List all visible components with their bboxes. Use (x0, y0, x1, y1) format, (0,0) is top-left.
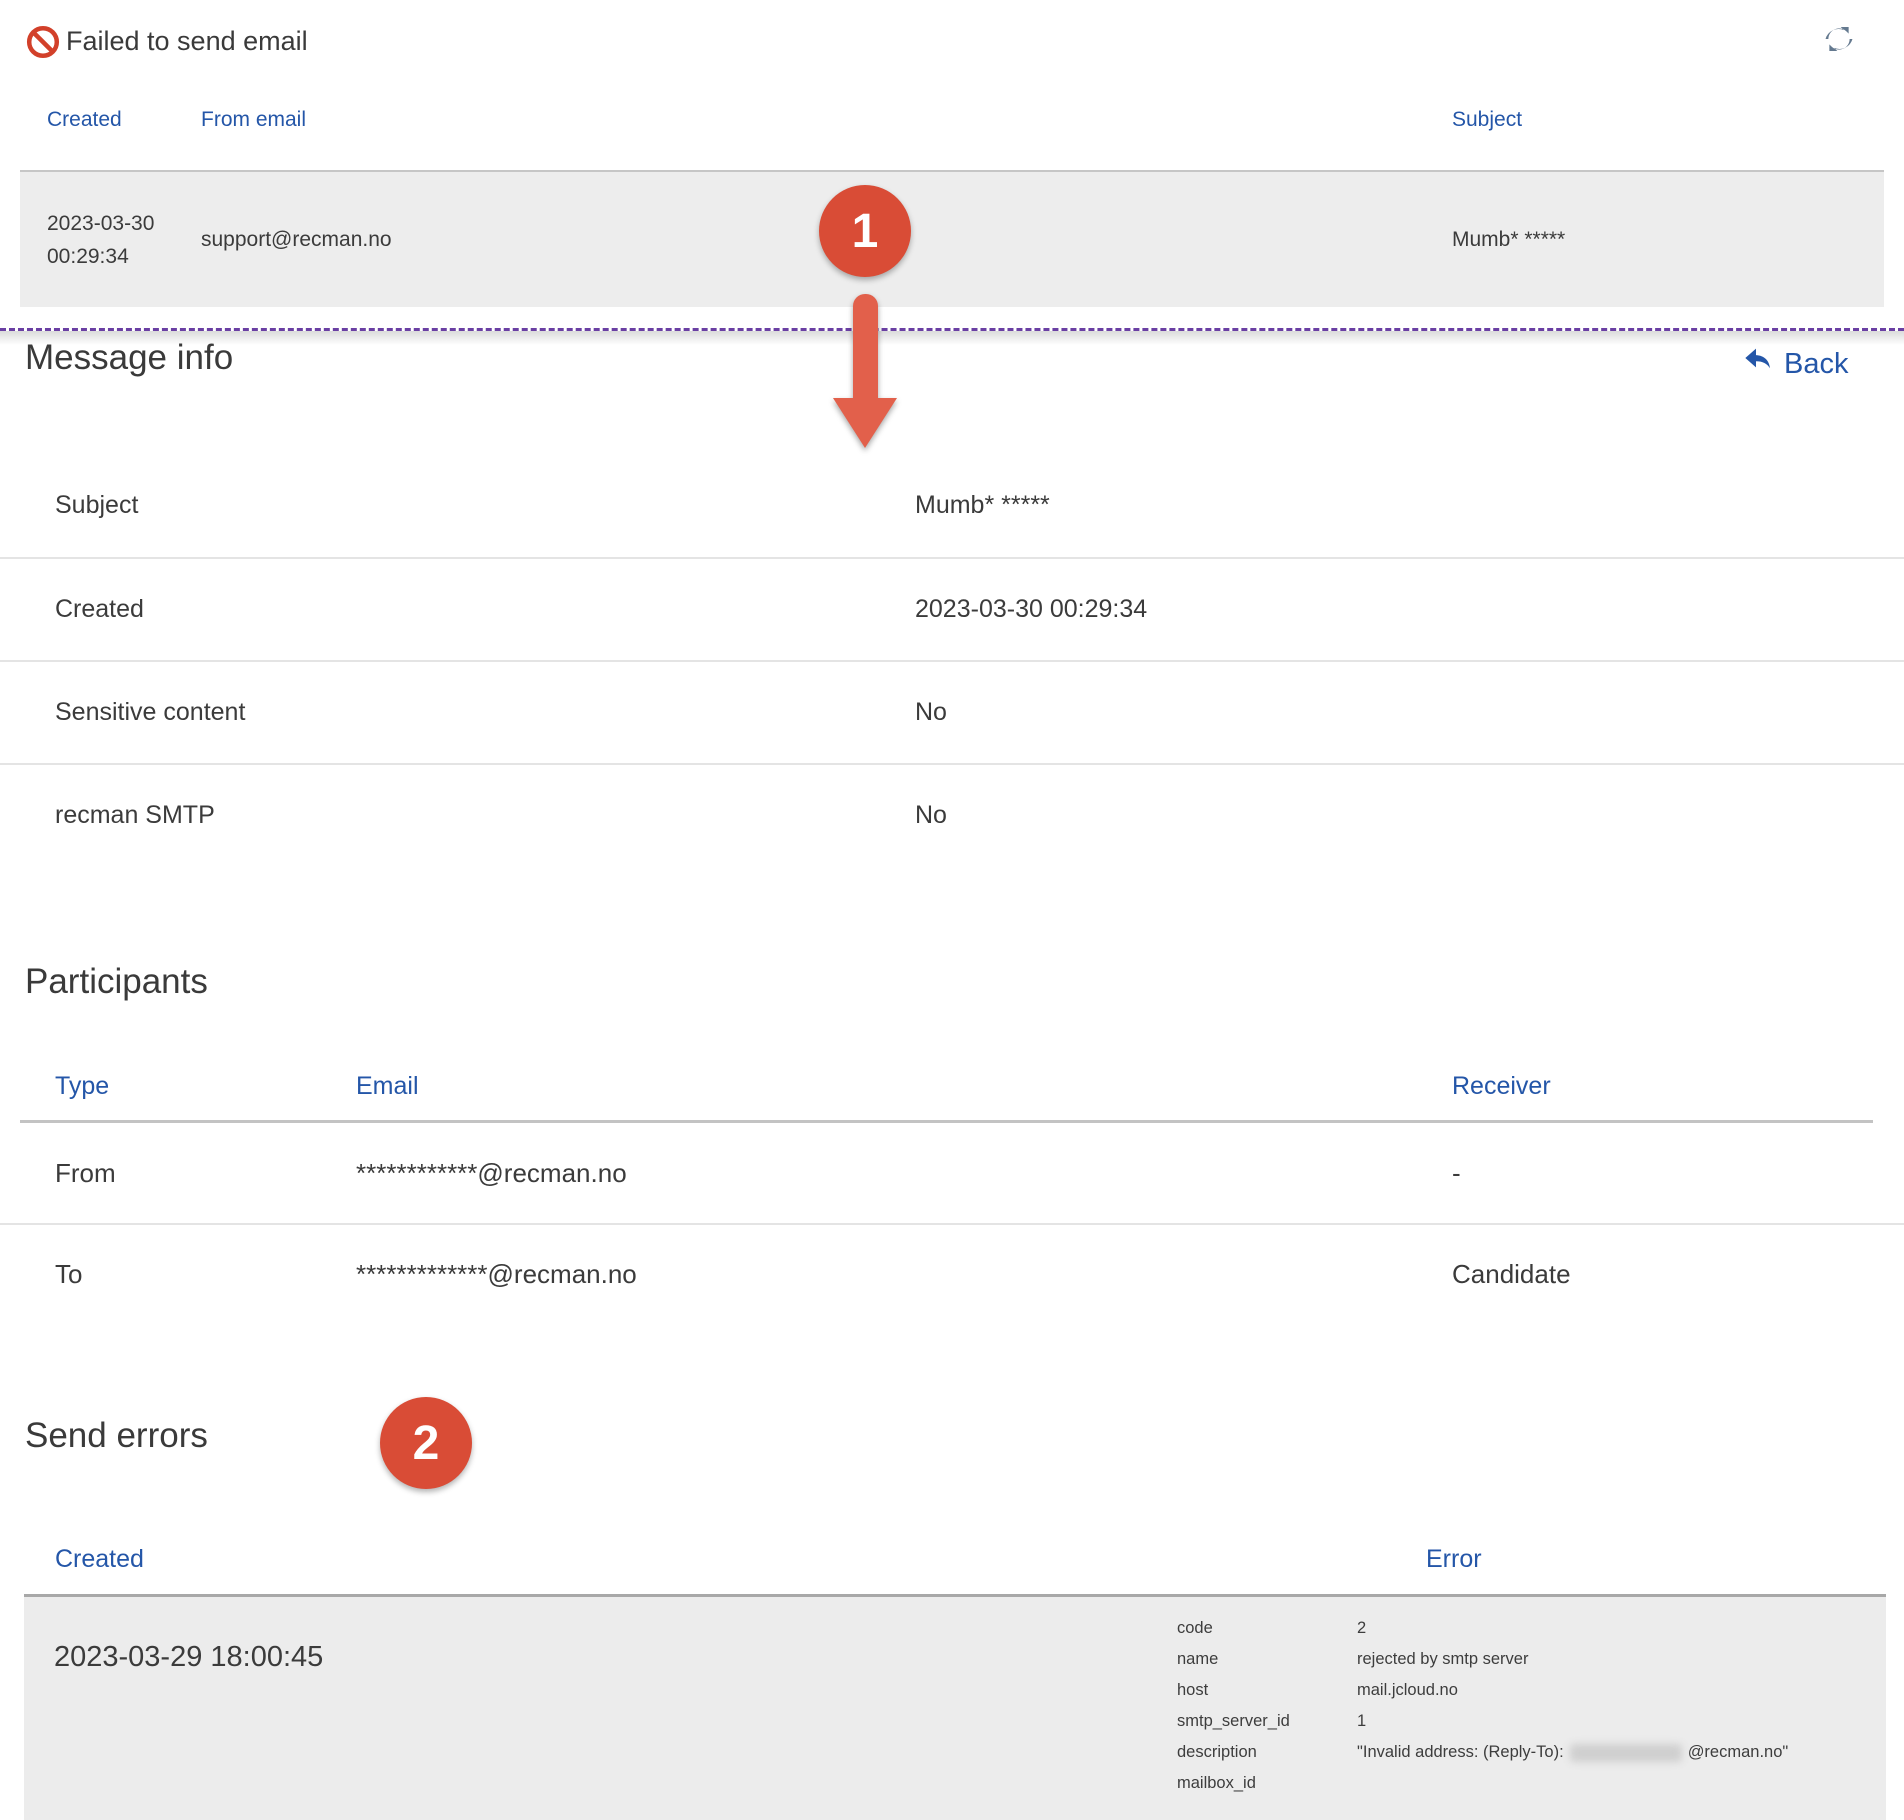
error-field-code: code 2 (1177, 1613, 1788, 1644)
error-field-name: name rejected by smtp server (1177, 1644, 1788, 1675)
field-label: recman SMTP (55, 801, 915, 830)
participants-table-header: Type Email Receiver (0, 1072, 1904, 1101)
email-row-subject: Mumb* ***** (1452, 228, 1884, 252)
back-arrow-icon (1742, 344, 1774, 384)
field-value: 2023-03-30 00:29:34 (915, 595, 1904, 624)
field-value: No (915, 698, 1904, 727)
back-label: Back (1784, 348, 1848, 381)
message-info-row-sensitive-content: Sensitive content No (0, 660, 1904, 763)
message-info-table: Subject Mumb* ***** Created 2023-03-30 0… (0, 454, 1904, 866)
field-label: Sensitive content (55, 698, 915, 727)
send-errors-table-header: Created Error (0, 1545, 1904, 1574)
email-table-sort-from-email[interactable]: From email (201, 108, 1452, 132)
error-field-description: description "Invalid address: (Reply-To)… (1177, 1737, 1788, 1768)
participant-email: *************@recman.no (356, 1259, 1452, 1290)
email-row-created: 2023-03-30 00:29:34 (47, 207, 157, 273)
error-field-host: host mail.jcloud.no (1177, 1675, 1788, 1706)
annotation-step-1-badge: 1 (819, 185, 911, 277)
field-label: Subject (55, 491, 915, 520)
field-value: Mumb* ***** (915, 491, 1904, 520)
message-info-title: Message info (25, 338, 233, 378)
message-info-row-recman-smtp: recman SMTP No (0, 763, 1904, 866)
send-errors-sort-created[interactable]: Created (55, 1545, 1426, 1574)
refresh-icon[interactable] (1822, 22, 1856, 56)
redacted-email-blur (1570, 1744, 1682, 1762)
error-field-smtp-server-id: smtp_server_id 1 (1177, 1706, 1788, 1737)
email-table-sort-created[interactable]: Created (47, 108, 201, 132)
participant-receiver: - (1452, 1158, 1904, 1189)
participants-sort-email[interactable]: Email (356, 1072, 1452, 1101)
email-table-sort-subject[interactable]: Subject (1452, 108, 1884, 132)
send-errors-title: Send errors (25, 1416, 208, 1456)
participants-table: From ************@recman.no - To *******… (0, 1123, 1904, 1323)
participants-title: Participants (25, 962, 208, 1002)
annotation-step-2-number: 2 (413, 1416, 440, 1471)
send-errors-sort-error[interactable]: Error (1426, 1545, 1904, 1574)
participants-sort-type[interactable]: Type (55, 1072, 356, 1101)
message-info-row-subject: Subject Mumb* ***** (0, 454, 1904, 557)
field-label: Created (55, 595, 915, 624)
participant-receiver: Candidate (1452, 1259, 1904, 1290)
participants-sort-receiver[interactable]: Receiver (1452, 1072, 1904, 1101)
email-table-header: Created From email Subject (20, 108, 1884, 132)
blocked-icon (25, 24, 61, 60)
message-info-row-created: Created 2023-03-30 00:29:34 (0, 557, 1904, 660)
error-description-value: "Invalid address: (Reply-To):@recman.no" (1357, 1737, 1788, 1768)
annotation-step-2-badge: 2 (380, 1397, 472, 1489)
back-button[interactable]: Back (1742, 344, 1848, 384)
divider-shadow (0, 331, 1904, 345)
send-error-details: code 2 name rejected by smtp server host… (1177, 1613, 1788, 1799)
participant-type: To (55, 1259, 356, 1290)
down-arrow-icon (801, 294, 929, 450)
send-error-created: 2023-03-29 18:00:45 (54, 1641, 323, 1674)
participant-email: ************@recman.no (356, 1158, 1452, 1189)
field-value: No (915, 801, 1904, 830)
error-field-mailbox-id: mailbox_id (1177, 1768, 1788, 1799)
participant-row-from: From ************@recman.no - (0, 1123, 1904, 1223)
page-title: Failed to send email (66, 26, 308, 57)
participant-row-to: To *************@recman.no Candidate (0, 1223, 1904, 1323)
annotation-step-1-number: 1 (852, 204, 879, 259)
failed-to-send-email-page: Failed to send email Created From email … (0, 0, 1904, 1820)
participant-type: From (55, 1158, 356, 1189)
email-table-row[interactable]: 2023-03-30 00:29:34 support@recman.no Mu… (20, 170, 1884, 307)
send-error-row: 2023-03-29 18:00:45 code 2 name rejected… (24, 1597, 1886, 1820)
